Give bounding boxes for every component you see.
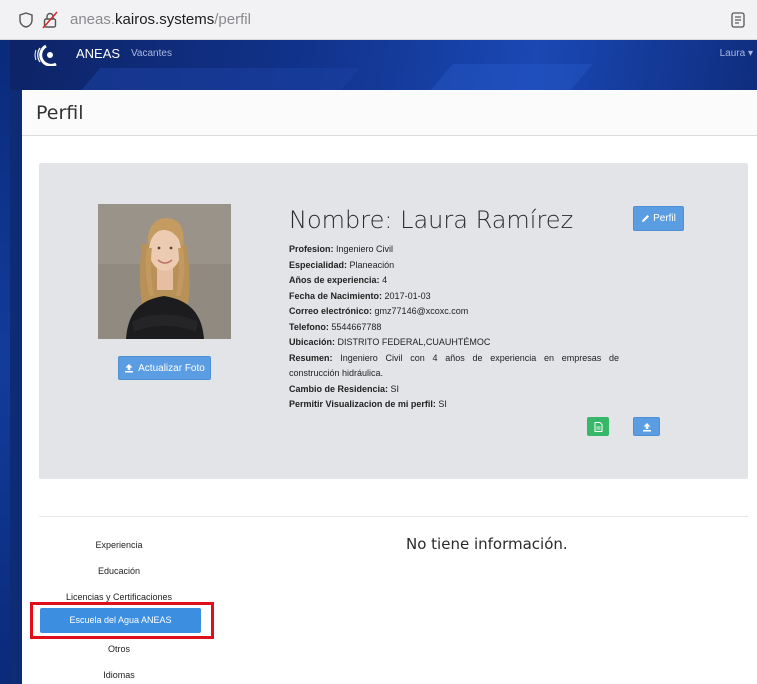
brand-name[interactable]: ANEAS bbox=[76, 46, 120, 61]
nav-link-vacantes[interactable]: Vacantes bbox=[131, 48, 172, 59]
edit-profile-button[interactable]: Perfil bbox=[633, 206, 684, 231]
profile-fields: Profesion: Ingeniero Civil Especialidad:… bbox=[289, 242, 619, 413]
user-menu[interactable]: Laura ▾ bbox=[720, 48, 753, 59]
shield-icon[interactable] bbox=[18, 12, 34, 28]
profile-name: Nombre: Laura Ramírez bbox=[289, 206, 574, 234]
download-pdf-button[interactable] bbox=[587, 417, 609, 436]
page-header: Perfil bbox=[22, 90, 757, 136]
browser-url-bar[interactable]: aneas.kairos.systems/perfil bbox=[0, 0, 757, 40]
url-text[interactable]: aneas.kairos.systems/perfil bbox=[70, 11, 251, 28]
profile-panel: Actualizar Foto Nombre: Laura Ramírez Pe… bbox=[39, 163, 748, 479]
chevron-down-icon: ▾ bbox=[747, 48, 753, 59]
page-title: Perfil bbox=[36, 102, 84, 124]
field-experiencia: Años de experiencia: 4 bbox=[289, 275, 388, 285]
background-strip bbox=[0, 40, 10, 684]
update-photo-button[interactable]: Actualizar Foto bbox=[118, 356, 211, 380]
reader-icon[interactable] bbox=[730, 11, 746, 29]
profile-photo bbox=[98, 204, 231, 339]
field-profesion: Profesion: Ingeniero Civil bbox=[289, 244, 394, 254]
field-especialidad: Especialidad: Planeación bbox=[289, 259, 395, 270]
upload-icon bbox=[642, 422, 651, 431]
upload-icon bbox=[125, 364, 134, 373]
side-menu-experiencia[interactable]: Experiencia bbox=[34, 540, 204, 550]
field-fecha-nacimiento: Fecha de Nacimiento: 2017-01-03 bbox=[289, 290, 431, 301]
annotation-highlight-box bbox=[30, 602, 214, 639]
pencil-icon bbox=[642, 215, 650, 222]
empty-state-message: No tiene información. bbox=[406, 535, 568, 553]
navbar-decoration bbox=[79, 68, 361, 90]
field-visualizacion: Permitir Visualizacion de mi perfil: SI bbox=[289, 399, 447, 409]
upload-cv-button[interactable] bbox=[633, 417, 660, 436]
edit-profile-label: Perfil bbox=[653, 213, 676, 224]
pdf-icon bbox=[594, 421, 602, 432]
section-divider bbox=[39, 516, 748, 517]
field-cambio-residencia: Cambio de Residencia: SI bbox=[289, 383, 400, 394]
side-menu-licencias[interactable]: Licencias y Certificaciones bbox=[34, 592, 204, 602]
field-resumen: Resumen: Ingeniero Civil con 4 años de e… bbox=[289, 352, 619, 379]
side-menu-idiomas[interactable]: Idiomas bbox=[34, 670, 204, 680]
field-ubicacion: Ubicación: DISTRITO FEDERAL,CUAUHTÉMOC bbox=[289, 337, 491, 347]
aneas-logo-icon[interactable] bbox=[32, 44, 72, 66]
field-telefono: Telefono: 5544667788 bbox=[289, 321, 382, 332]
user-name: Laura bbox=[719, 48, 746, 59]
profile-photo-image bbox=[98, 204, 231, 339]
field-correo: Correo electrónico: gmz77146@xcoxc.com bbox=[289, 306, 469, 316]
top-navbar: ANEAS Vacantes Laura ▾ bbox=[10, 40, 757, 90]
side-menu-educacion[interactable]: Educación bbox=[34, 566, 204, 576]
lock-icon[interactable] bbox=[42, 11, 58, 29]
navbar-decoration bbox=[427, 64, 593, 90]
side-menu-otros[interactable]: Otros bbox=[34, 644, 204, 654]
update-photo-label: Actualizar Foto bbox=[138, 362, 205, 374]
main-content: Perfil Actualizar Foto Nombre: Laura Ram… bbox=[22, 90, 757, 684]
